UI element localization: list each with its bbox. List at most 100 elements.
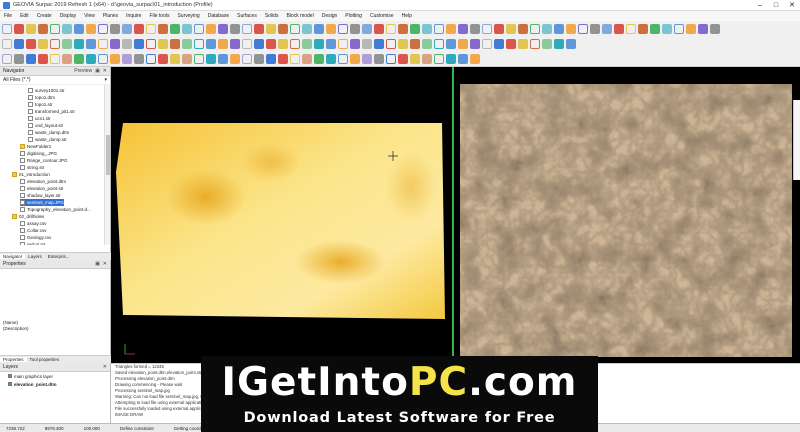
toolbar-tool-icon[interactable] bbox=[386, 53, 396, 64]
toolbar-tool-icon[interactable] bbox=[2, 23, 12, 34]
tree-file[interactable]: shadow_layer.str bbox=[20, 192, 61, 199]
layer-checkbox[interactable] bbox=[8, 374, 12, 378]
toolbar-tool-icon[interactable] bbox=[518, 38, 528, 49]
toolbar-tool-icon[interactable] bbox=[506, 23, 516, 34]
tree-file[interactable]: transformed_pit1.str bbox=[28, 108, 75, 115]
toolbar-tool-icon[interactable] bbox=[614, 23, 624, 34]
layer-item[interactable]: elevation_point.dtm bbox=[0, 380, 110, 388]
toolbar-tool-icon[interactable] bbox=[38, 38, 48, 49]
toolbar-tool-icon[interactable] bbox=[326, 38, 336, 49]
toolbar-tool-icon[interactable] bbox=[242, 53, 252, 64]
toolbar-tool-icon[interactable] bbox=[374, 23, 384, 34]
toolbar-tool-icon[interactable] bbox=[98, 23, 108, 34]
menu-solids[interactable]: Solids bbox=[265, 13, 279, 19]
toolbar-tool-icon[interactable] bbox=[110, 53, 120, 64]
toolbar-tool-icon[interactable] bbox=[314, 53, 324, 64]
toolbar-tool-icon[interactable] bbox=[134, 23, 144, 34]
toolbar-tool-icon[interactable] bbox=[146, 23, 156, 34]
toolbar-tool-icon[interactable] bbox=[230, 53, 240, 64]
close-icon[interactable]: ✕ bbox=[103, 364, 107, 370]
toolbar-tool-icon[interactable] bbox=[566, 23, 576, 34]
toolbar-tool-icon[interactable] bbox=[254, 38, 264, 49]
toolbar-tool-icon[interactable] bbox=[290, 53, 300, 64]
toolbar-tool-icon[interactable] bbox=[110, 38, 120, 49]
toolbar-tool-icon[interactable] bbox=[350, 38, 360, 49]
toolbar-tool-icon[interactable] bbox=[470, 53, 480, 64]
toolbar-tool-icon[interactable] bbox=[278, 53, 288, 64]
tree-file[interactable]: elevation_point.dtm bbox=[20, 178, 66, 185]
tree-file[interactable]: assay.csv bbox=[20, 220, 46, 227]
toolbar-tool-icon[interactable] bbox=[242, 23, 252, 34]
toolbar-tool-icon[interactable] bbox=[410, 38, 420, 49]
toolbar-tool-icon[interactable] bbox=[422, 38, 432, 49]
toolbar-tool-icon[interactable] bbox=[482, 23, 492, 34]
toolbar-tool-icon[interactable] bbox=[122, 53, 132, 64]
toolbar-tool-icon[interactable] bbox=[554, 23, 564, 34]
toolbar-tool-icon[interactable] bbox=[194, 53, 204, 64]
toolbar-tool-icon[interactable] bbox=[14, 53, 24, 64]
toolbar-tool-icon[interactable] bbox=[62, 38, 72, 49]
toolbar-tool-icon[interactable] bbox=[98, 38, 108, 49]
menu-file[interactable]: File bbox=[4, 13, 12, 19]
toolbar-tool-icon[interactable] bbox=[230, 38, 240, 49]
tree-file[interactable]: digitising_.JPG bbox=[20, 150, 57, 157]
toolbar-tool-icon[interactable] bbox=[410, 23, 420, 34]
toolbar-tool-icon[interactable] bbox=[86, 53, 96, 64]
toolbar-tool-icon[interactable] bbox=[338, 53, 348, 64]
toolbar-tool-icon[interactable] bbox=[602, 23, 612, 34]
toolbar-tool-icon[interactable] bbox=[218, 23, 228, 34]
toolbar-tool-icon[interactable] bbox=[494, 38, 504, 49]
toolbar-tool-icon[interactable] bbox=[278, 23, 288, 34]
tree-file[interactable]: waste_dump.str bbox=[28, 136, 67, 143]
tree-folder[interactable]: NewFolder1 bbox=[20, 143, 51, 150]
toolbar-tool-icon[interactable] bbox=[590, 23, 600, 34]
toolbar-tool-icon[interactable] bbox=[326, 53, 336, 64]
menu-create[interactable]: Create bbox=[37, 13, 52, 19]
toolbar-tool-icon[interactable] bbox=[626, 23, 636, 34]
toolbar-tool-icon[interactable] bbox=[470, 38, 480, 49]
close-icon[interactable]: ✕ bbox=[103, 261, 107, 267]
toolbar-tool-icon[interactable] bbox=[446, 23, 456, 34]
toolbar-tool-icon[interactable] bbox=[182, 38, 192, 49]
minimize-icon[interactable]: – bbox=[752, 0, 768, 11]
side-panel-collapsed[interactable] bbox=[793, 100, 800, 180]
toolbar-tool-icon[interactable] bbox=[266, 38, 276, 49]
tree-folder[interactable]: 01_introduction bbox=[12, 171, 50, 178]
toolbar-tool-icon[interactable] bbox=[290, 23, 300, 34]
toolbar-tool-icon[interactable] bbox=[194, 23, 204, 34]
tree-file[interactable]: Collar.csv bbox=[20, 227, 47, 234]
toolbar-tool-icon[interactable] bbox=[302, 23, 312, 34]
toolbar-tool-icon[interactable] bbox=[278, 38, 288, 49]
toolbar-tool-icon[interactable] bbox=[530, 23, 540, 34]
toolbar-tool-icon[interactable] bbox=[422, 53, 432, 64]
menu-surveying[interactable]: Surveying bbox=[177, 13, 199, 19]
scrollbar-thumb[interactable] bbox=[106, 135, 110, 175]
toolbar-tool-icon[interactable] bbox=[170, 53, 180, 64]
toolbar-tool-icon[interactable] bbox=[50, 53, 60, 64]
toolbar-tool-icon[interactable] bbox=[242, 38, 252, 49]
toolbar-tool-icon[interactable] bbox=[338, 38, 348, 49]
toolbar-tool-icon[interactable] bbox=[698, 23, 708, 34]
toolbar-tool-icon[interactable] bbox=[350, 53, 360, 64]
toolbar-tool-icon[interactable] bbox=[26, 38, 36, 49]
menu-file-tools[interactable]: File tools bbox=[149, 13, 169, 19]
toolbar-tool-icon[interactable] bbox=[14, 38, 24, 49]
tree-file[interactable]: string.str bbox=[20, 164, 44, 171]
toolbar-tool-icon[interactable] bbox=[434, 23, 444, 34]
tree-file[interactable]: elevation_point.str bbox=[20, 185, 64, 192]
toolbar-tool-icon[interactable] bbox=[182, 23, 192, 34]
menu-block-model[interactable]: Block model bbox=[286, 13, 313, 19]
toolbar-tool-icon[interactable] bbox=[362, 53, 372, 64]
tab-navigator[interactable]: Navigator bbox=[0, 254, 26, 259]
toolbar-tool-icon[interactable] bbox=[530, 38, 540, 49]
toolbar-tool-icon[interactable] bbox=[62, 23, 72, 34]
menu-edit[interactable]: Edit bbox=[20, 13, 29, 19]
tree-file[interactable]: survey1001.str bbox=[28, 87, 65, 94]
toolbar-tool-icon[interactable] bbox=[458, 53, 468, 64]
tab-layers[interactable]: Layers bbox=[25, 254, 45, 259]
toolbar-tool-icon[interactable] bbox=[302, 38, 312, 49]
toolbar-tool-icon[interactable] bbox=[254, 53, 264, 64]
menu-plotting[interactable]: Plotting bbox=[345, 13, 362, 19]
toolbar-tool-icon[interactable] bbox=[74, 23, 84, 34]
toolbar-tool-icon[interactable] bbox=[398, 23, 408, 34]
